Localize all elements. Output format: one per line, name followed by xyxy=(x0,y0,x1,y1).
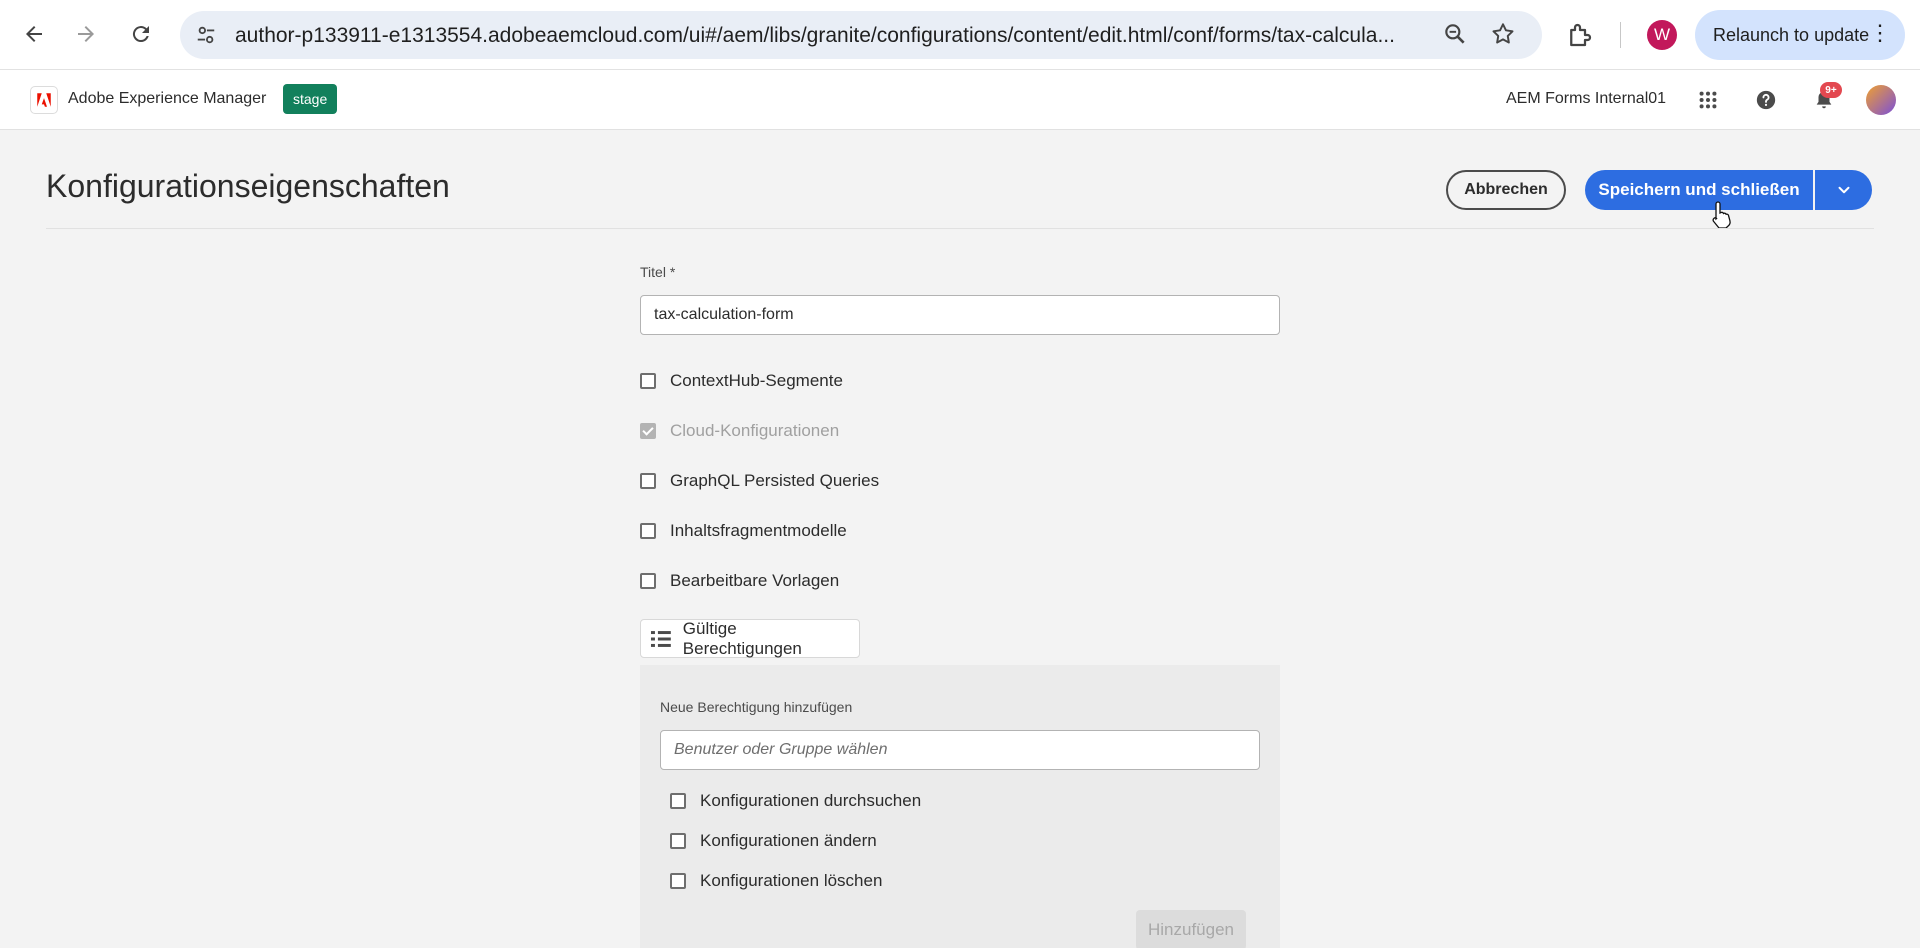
aem-header: Adobe Experience Manager stage AEM Forms… xyxy=(0,70,1920,130)
checkbox-box[interactable] xyxy=(640,523,656,539)
title-field[interactable]: tax-calculation-form xyxy=(640,295,1280,335)
save-and-close-button[interactable]: Speichern und schließen xyxy=(1585,170,1813,210)
cancel-button[interactable]: Abbrechen xyxy=(1446,170,1566,210)
page-title: Konfigurationseigenschaften xyxy=(46,168,450,204)
more-vert-icon[interactable]: ⋮ xyxy=(1869,22,1891,44)
apps-grid-icon[interactable] xyxy=(1694,86,1722,114)
list-icon xyxy=(650,630,671,647)
permissions-panel: Neue Berechtigung hinzufügen Benutzer od… xyxy=(640,665,1280,948)
checkbox-box[interactable] xyxy=(670,793,686,809)
profile-avatar[interactable]: W xyxy=(1647,20,1677,50)
checkbox-label: Konfigurationen durchsuchen xyxy=(700,791,922,810)
checkbox-editable-templates[interactable]: Bearbeitbare Vorlagen xyxy=(640,569,839,593)
checkbox-label: GraphQL Persisted Queries xyxy=(670,471,880,490)
checkbox-box[interactable] xyxy=(640,573,656,589)
site-settings-icon[interactable] xyxy=(192,21,220,49)
new-permission-label: Neue Berechtigung hinzufügen xyxy=(660,699,853,715)
zoom-icon[interactable] xyxy=(1442,21,1470,49)
title-field-label: Titel * xyxy=(640,264,676,280)
checkbox-label: Konfigurationen löschen xyxy=(700,871,883,890)
checkbox-label: Konfigurationen ändern xyxy=(700,831,877,850)
extensions-icon[interactable] xyxy=(1565,20,1595,50)
back-arrow-icon[interactable] xyxy=(14,14,54,54)
effective-permissions-button[interactable]: Gültige Berechtigungen xyxy=(640,619,860,658)
checkbox-label: Inhaltsfragmentmodelle xyxy=(670,521,847,540)
checkbox-box[interactable] xyxy=(640,373,656,389)
adobe-logo-icon[interactable] xyxy=(30,86,58,114)
checkbox-graphql-persisted-queries[interactable]: GraphQL Persisted Queries xyxy=(640,469,879,493)
checkbox-delete-configurations[interactable]: Konfigurationen löschen xyxy=(670,869,882,893)
user-group-input[interactable]: Benutzer oder Gruppe wählen xyxy=(660,730,1260,770)
effective-permissions-label: Gültige Berechtigungen xyxy=(682,618,802,658)
forward-arrow-icon[interactable] xyxy=(66,14,106,54)
org-switcher[interactable]: AEM Forms Internal01 xyxy=(1506,90,1666,108)
toolbar-separator xyxy=(1620,22,1621,48)
checkbox-box[interactable] xyxy=(640,473,656,489)
address-bar[interactable]: author-p133911-e1313554.adobeaemcloud.co… xyxy=(180,11,1542,59)
checkbox-cloud-configurations: Cloud-Konfigurationen xyxy=(640,419,839,443)
hand-cursor-icon xyxy=(1712,201,1731,229)
notification-count-badge: 9+ xyxy=(1820,82,1842,98)
checkbox-contexthub-segments[interactable]: ContextHub-Segmente xyxy=(640,369,843,393)
relaunch-label: Relaunch to update xyxy=(1713,24,1870,45)
product-name[interactable]: Adobe Experience Manager xyxy=(68,90,266,108)
chevron-down-icon xyxy=(1838,186,1849,194)
bookmark-star-icon[interactable] xyxy=(1490,21,1518,49)
environment-badge: stage xyxy=(283,84,338,114)
checkbox-browse-configurations[interactable]: Konfigurationen durchsuchen xyxy=(670,789,921,813)
checkbox-box[interactable] xyxy=(670,873,686,889)
checkbox-label: Bearbeitbare Vorlagen xyxy=(670,571,840,590)
checkbox-content-fragment-models[interactable]: Inhaltsfragmentmodelle xyxy=(640,519,847,543)
checkbox-edit-configurations[interactable]: Konfigurationen ändern xyxy=(670,829,877,853)
help-icon[interactable] xyxy=(1752,86,1780,114)
checkbox-label: ContextHub-Segmente xyxy=(670,371,843,390)
checkbox-label: Cloud-Konfigurationen xyxy=(670,421,840,440)
add-permission-button[interactable]: Hinzufügen xyxy=(1136,910,1246,948)
reload-icon[interactable] xyxy=(121,14,161,54)
user-avatar[interactable] xyxy=(1866,85,1896,115)
browser-toolbar: author-p133911-e1313554.adobeaemcloud.co… xyxy=(0,0,1920,70)
save-options-button[interactable] xyxy=(1815,170,1872,210)
url-text[interactable]: author-p133911-e1313554.adobeaemcloud.co… xyxy=(235,24,1425,48)
checkbox-box[interactable] xyxy=(670,833,686,849)
title-divider xyxy=(46,228,1874,229)
checkbox-box xyxy=(640,423,656,439)
relaunch-button[interactable]: Relaunch to update ⋮ xyxy=(1695,10,1905,60)
